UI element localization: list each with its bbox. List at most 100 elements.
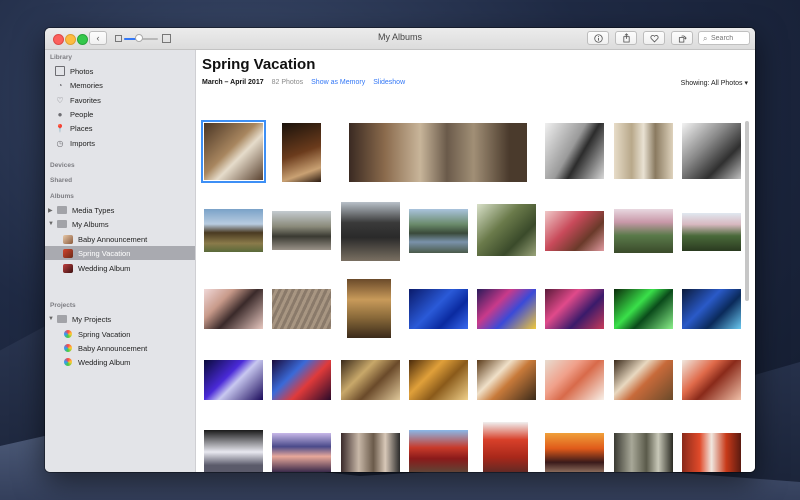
photo-thumbnail[interactable]: [614, 123, 673, 179]
sidebar-item-label: Places: [70, 123, 93, 133]
back-button[interactable]: ‹: [89, 31, 107, 45]
photo-thumbnail[interactable]: [272, 433, 331, 472]
share-button[interactable]: [615, 31, 637, 45]
photo-thumbnail[interactable]: [682, 433, 741, 472]
photo-thumbnail[interactable]: [201, 120, 266, 183]
zoom-knob[interactable]: [135, 34, 143, 42]
photo-thumbnail[interactable]: [483, 422, 528, 472]
show-as-memory-link[interactable]: Show as Memory: [311, 79, 365, 86]
photo-thumbnail[interactable]: [545, 433, 604, 472]
favorite-button[interactable]: [643, 31, 665, 45]
photo-thumbnail[interactable]: [545, 123, 604, 179]
photos-window: ‹ My Albums ⌕ Search Library Photos ◔ Me…: [45, 28, 755, 472]
albums-header[interactable]: Albums: [50, 193, 74, 200]
photo-thumbnail[interactable]: [341, 202, 400, 261]
sidebar-item-spring-vacation[interactable]: Spring Vacation: [45, 246, 195, 260]
slideshow-link[interactable]: Slideshow: [373, 79, 405, 86]
disclosure-down-icon[interactable]: ▼: [48, 221, 54, 227]
clock-icon: ◷: [56, 138, 64, 148]
photo-thumbnail[interactable]: [682, 360, 741, 400]
photo-thumbnail[interactable]: [545, 211, 604, 251]
photo-thumbnail[interactable]: [272, 211, 331, 250]
sidebar-item-label: Favorites: [70, 95, 101, 105]
photo-thumbnail[interactable]: [614, 360, 673, 400]
photo-thumbnail[interactable]: [282, 123, 321, 182]
album-thumb-icon: [63, 263, 73, 273]
info-icon: [593, 33, 603, 43]
photo-thumbnail[interactable]: [341, 433, 400, 472]
chevron-left-icon: ‹: [96, 33, 100, 43]
search-input[interactable]: [711, 33, 749, 43]
zoom-button[interactable]: [77, 34, 88, 45]
photo-thumbnail[interactable]: [409, 360, 468, 400]
sidebar-item-project-wedding-album[interactable]: Wedding Album: [45, 355, 195, 369]
photo-thumbnail[interactable]: [409, 209, 468, 253]
photo-thumbnail[interactable]: [682, 213, 741, 251]
share-icon: [622, 33, 630, 43]
date-range: March – April 2017: [202, 79, 264, 86]
photo-thumbnail[interactable]: [272, 360, 331, 400]
small-square-icon: [115, 35, 122, 42]
photos-icon: [55, 66, 65, 76]
sidebar-item-people[interactable]: ● People: [45, 107, 195, 121]
sidebar-item-project-spring-vacation[interactable]: Spring Vacation: [45, 327, 195, 341]
sidebar-item-label: Memories: [70, 80, 103, 90]
photo-thumbnail[interactable]: [477, 289, 536, 329]
photo-thumbnail[interactable]: [347, 279, 391, 338]
album-content: Spring Vacation March – April 2017 82 Ph…: [196, 50, 755, 472]
sidebar-item-my-albums[interactable]: ▼ My Albums: [45, 217, 195, 231]
sidebar-item-project-baby-announcement[interactable]: Baby Announcement: [45, 341, 195, 355]
memories-icon: ◔: [57, 80, 63, 90]
folder-icon: [57, 205, 67, 215]
photo-thumbnail[interactable]: [409, 289, 468, 329]
photo-thumbnail[interactable]: [477, 204, 536, 256]
photo-thumbnail[interactable]: [477, 360, 536, 400]
sidebar-item-my-projects[interactable]: ▼ My Projects: [45, 312, 195, 326]
photo-thumbnail[interactable]: [614, 209, 673, 253]
sidebar-item-label: Baby Announcement: [78, 343, 148, 353]
showing-filter[interactable]: Showing: All Photos ▾: [681, 79, 748, 87]
sidebar-item-photos[interactable]: Photos: [45, 64, 195, 78]
title-bar: ‹ My Albums ⌕ Search: [45, 28, 755, 50]
photo-thumbnail[interactable]: [409, 430, 468, 472]
disclosure-down-icon[interactable]: ▼: [48, 316, 54, 322]
sidebar-item-label: Media Types: [72, 205, 115, 215]
search-field[interactable]: ⌕: [698, 31, 750, 45]
pin-icon: 📍: [55, 123, 65, 133]
photo-thumbnail[interactable]: [545, 289, 604, 329]
photo-thumbnail[interactable]: [341, 360, 400, 400]
sidebar-item-imports[interactable]: ◷ Imports: [45, 136, 195, 150]
photo-thumbnail[interactable]: [204, 360, 263, 400]
photo-thumbnail[interactable]: [204, 430, 263, 472]
scrollbar[interactable]: [745, 121, 749, 301]
photo-thumbnail[interactable]: [204, 209, 263, 252]
photo-thumbnail[interactable]: [614, 433, 673, 472]
photo-thumbnail[interactable]: [204, 289, 263, 329]
close-button[interactable]: [53, 34, 64, 45]
photo-thumbnail[interactable]: [545, 360, 604, 400]
photo-thumbnail[interactable]: [272, 289, 331, 329]
rotate-button[interactable]: [671, 31, 693, 45]
sidebar-item-media-types[interactable]: ▶ Media Types: [45, 203, 195, 217]
projects-header[interactable]: Projects: [50, 302, 76, 309]
person-icon: ●: [57, 109, 63, 119]
sidebar-item-wedding-album[interactable]: Wedding Album: [45, 261, 195, 275]
photo-thumbnail[interactable]: [682, 123, 741, 179]
photo-thumbnail[interactable]: [682, 289, 741, 329]
sidebar-item-label: Wedding Album: [78, 263, 131, 273]
devices-header[interactable]: Devices: [50, 162, 75, 169]
folder-icon: [57, 314, 67, 324]
sidebar-item-favorites[interactable]: ♡ Favorites: [45, 93, 195, 107]
info-button[interactable]: [587, 31, 609, 45]
zoom-slider[interactable]: [115, 33, 171, 43]
sidebar-item-baby-announcement[interactable]: Baby Announcement: [45, 232, 195, 246]
photo-thumbnail[interactable]: [349, 123, 527, 182]
sidebar-item-memories[interactable]: ◔ Memories: [45, 78, 195, 92]
disclosure-right-icon[interactable]: ▶: [48, 207, 54, 214]
sidebar-item-label: Photos: [70, 66, 94, 76]
photo-thumbnail[interactable]: [614, 289, 673, 329]
minimize-button[interactable]: [65, 34, 76, 45]
shared-header[interactable]: Shared: [50, 177, 72, 184]
sidebar-item-places[interactable]: 📍 Places: [45, 121, 195, 135]
sidebar-item-label: My Projects: [72, 314, 112, 324]
